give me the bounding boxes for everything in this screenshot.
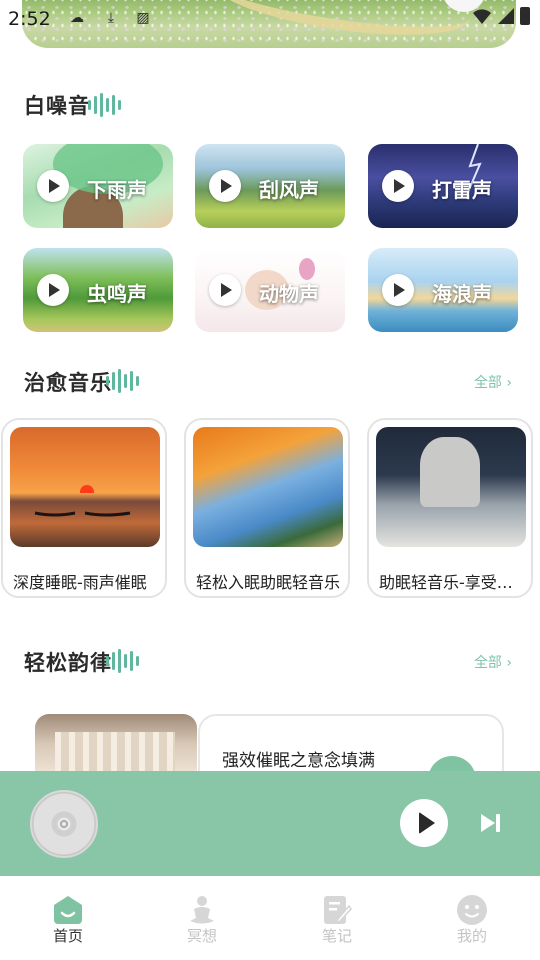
music-cover-image: [376, 427, 526, 547]
white-noise-label: 海浪声: [432, 282, 492, 306]
white-noise-card-rain[interactable]: 下雨声: [23, 144, 173, 228]
album-disc[interactable]: [30, 790, 98, 858]
profile-icon: [457, 895, 487, 925]
play-icon[interactable]: [209, 170, 241, 202]
play-icon[interactable]: [382, 274, 414, 306]
tab-meditation[interactable]: 冥想: [156, 876, 246, 960]
white-noise-card-waves[interactable]: 海浪声: [368, 248, 518, 332]
status-bar: 2:52 ☁ ⤓ ▨: [0, 0, 540, 36]
tab-label: 笔记: [321, 927, 352, 945]
white-noise-label: 虫鸣声: [87, 282, 147, 306]
home-icon: [54, 896, 82, 924]
sound-wave-icon: [88, 93, 121, 117]
signal-icon: [498, 8, 514, 24]
notes-icon: [324, 896, 352, 925]
play-icon[interactable]: [37, 170, 69, 202]
music-title: 轻松入眠助眠轻音乐: [196, 573, 341, 592]
tab-home[interactable]: 首页: [22, 876, 112, 960]
image-icon: ▨: [136, 10, 150, 26]
white-noise-card-thunder[interactable]: 打雷声: [368, 144, 518, 228]
mini-player[interactable]: [0, 771, 540, 876]
tab-profile[interactable]: 我的: [426, 876, 516, 960]
healing-music-title: 治愈音乐: [24, 371, 112, 395]
white-noise-title: 白噪音: [24, 94, 90, 118]
tab-label: 首页: [52, 927, 83, 945]
white-noise-label: 打雷声: [432, 178, 492, 202]
download-icon: ⤓: [107, 10, 115, 26]
tab-label: 冥想: [186, 927, 217, 945]
music-cover-image: [193, 427, 343, 547]
play-icon[interactable]: [382, 170, 414, 202]
sound-wave-icon: [106, 369, 139, 393]
music-title: 深度睡眠-雨声催眠: [13, 573, 147, 592]
white-noise-label: 动物声: [259, 282, 319, 306]
white-noise-card-insects[interactable]: 虫鸣声: [23, 248, 173, 332]
notification-icon: ☁: [70, 10, 84, 26]
music-cover-image: [10, 427, 160, 547]
music-card[interactable]: 轻松入眠助眠轻音乐: [184, 418, 350, 598]
white-noise-card-wind[interactable]: 刮风声: [195, 144, 345, 228]
play-icon[interactable]: [37, 274, 69, 306]
rhythm-title: 强效催眠之意念填满: [222, 751, 375, 771]
music-card[interactable]: 助眠轻音乐-享受安静: [367, 418, 533, 598]
meditation-icon: [190, 896, 214, 924]
music-title: 助眠轻音乐-享受安静: [379, 573, 525, 592]
play-icon[interactable]: [209, 274, 241, 306]
rhythm-cover-image: [35, 714, 197, 774]
white-noise-label: 下雨声: [87, 178, 147, 202]
relax-rhythm-title: 轻松韵律: [24, 651, 112, 675]
music-card[interactable]: 深度睡眠-雨声催眠: [1, 418, 167, 598]
wifi-icon: [473, 9, 491, 24]
tab-notes[interactable]: 笔记: [291, 876, 381, 960]
tab-label: 我的: [456, 927, 487, 945]
white-noise-label: 刮风声: [259, 178, 319, 202]
healing-music-more-link[interactable]: 全部 ›: [474, 372, 512, 392]
white-noise-card-animals[interactable]: 动物声: [195, 248, 345, 332]
play-button[interactable]: [400, 799, 448, 847]
battery-icon: [520, 7, 530, 25]
status-time: 2:52: [8, 8, 51, 30]
relax-rhythm-more-link[interactable]: 全部 ›: [474, 652, 512, 672]
bottom-tab-bar: 首页 冥想 笔记 我的: [0, 876, 540, 960]
sound-wave-icon: [106, 649, 139, 673]
skip-next-icon[interactable]: [478, 811, 502, 835]
